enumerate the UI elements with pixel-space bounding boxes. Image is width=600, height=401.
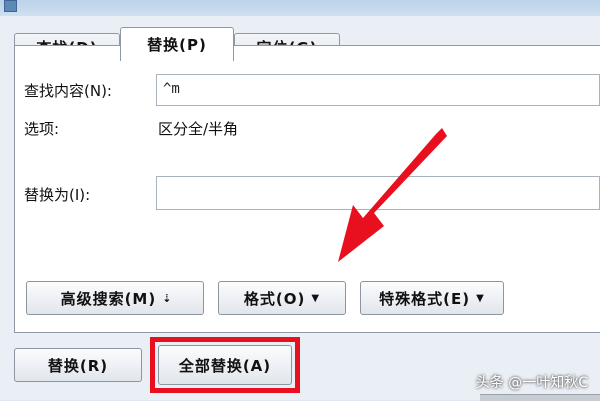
replace-with-input[interactable] bbox=[156, 176, 600, 210]
find-what-label: 查找内容(N): bbox=[24, 82, 112, 100]
replace-button[interactable]: 替换(R) bbox=[14, 348, 142, 382]
double-down-arrow-icon: ⇣ bbox=[162, 291, 171, 305]
app-icon bbox=[4, 0, 17, 12]
options-value: 区分全/半角 bbox=[158, 120, 239, 138]
special-format-button[interactable]: 特殊格式(E) ▼ bbox=[360, 281, 504, 315]
advanced-search-button[interactable]: 高级搜索(M) ⇣ bbox=[26, 281, 204, 315]
chevron-down-icon: ▼ bbox=[476, 292, 485, 304]
format-label: 格式(O) bbox=[243, 289, 306, 308]
watermark: 头条 @一叶知秋C bbox=[475, 375, 588, 391]
find-what-input[interactable]: ^m bbox=[156, 74, 600, 106]
special-format-label: 特殊格式(E) bbox=[379, 289, 471, 308]
format-button[interactable]: 格式(O) ▼ bbox=[218, 281, 346, 315]
advanced-search-label: 高级搜索(M) bbox=[60, 289, 157, 308]
options-label: 选项: bbox=[24, 120, 60, 138]
title-bar bbox=[0, 0, 600, 16]
replace-with-label: 替换为(I): bbox=[24, 186, 91, 204]
highlight-rectangle bbox=[150, 337, 300, 393]
tab-replace[interactable]: 替换(P) bbox=[120, 27, 234, 61]
chevron-down-icon: ▼ bbox=[311, 292, 321, 304]
